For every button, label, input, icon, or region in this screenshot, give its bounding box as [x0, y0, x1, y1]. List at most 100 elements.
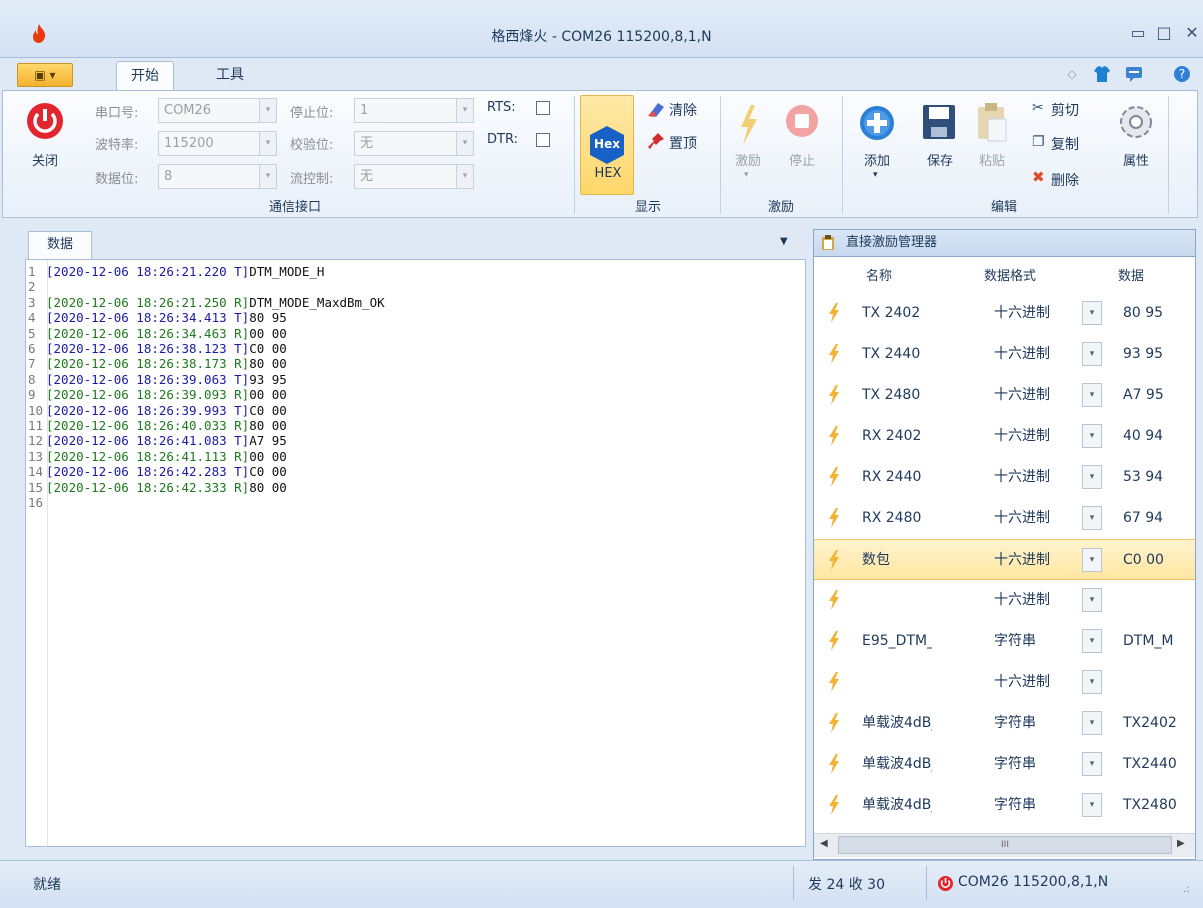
scroll-right-icon[interactable]: ▶: [1177, 838, 1185, 849]
chevron-down-icon[interactable]: ▾: [456, 98, 474, 123]
close-window-button[interactable]: ✕: [1178, 20, 1203, 46]
chevron-down-icon[interactable]: ▾: [1082, 342, 1102, 366]
stimulus-format[interactable]: 字符串: [994, 785, 1074, 826]
lightning-icon[interactable]: [828, 590, 840, 610]
help-icon[interactable]: ?: [1172, 64, 1192, 84]
delete-button[interactable]: 删除: [1051, 170, 1079, 190]
tab-tools[interactable]: 工具: [202, 61, 258, 90]
chevron-down-icon[interactable]: ▾: [1082, 424, 1102, 448]
chat-icon[interactable]: [1124, 64, 1144, 84]
stimulus-row[interactable]: 十六进制 ▾: [814, 662, 1195, 703]
chevron-down-icon[interactable]: ▾: [259, 131, 277, 156]
stimulus-row[interactable]: RX 2402 十六进制 ▾ 40 94: [814, 416, 1195, 457]
data-tab[interactable]: 数据: [28, 231, 92, 259]
rts-checkbox[interactable]: [536, 101, 550, 115]
app-menu-button[interactable]: ▣ ▾: [17, 63, 73, 87]
baud-combo[interactable]: 115200: [158, 131, 260, 156]
chevron-down-icon[interactable]: ▾: [1082, 506, 1102, 530]
lightning-icon[interactable]: [828, 672, 840, 692]
maximize-button[interactable]: □: [1150, 20, 1178, 46]
add-button[interactable]: 添加: [855, 150, 899, 169]
stimulus-format[interactable]: 字符串: [994, 744, 1074, 785]
lightning-icon[interactable]: [828, 631, 840, 651]
chevron-down-icon[interactable]: ▾: [873, 170, 878, 180]
stimulus-row[interactable]: E95_DTM_4 字符串 ▾ DTM_M: [814, 621, 1195, 662]
column-data-header[interactable]: 数据: [1118, 259, 1144, 295]
lightning-icon[interactable]: [828, 344, 840, 364]
databits-combo[interactable]: 8: [158, 164, 260, 189]
lightning-icon[interactable]: [828, 754, 840, 774]
close-port-button[interactable]: 关闭: [22, 150, 68, 169]
chevron-down-icon[interactable]: ▾: [1082, 670, 1102, 694]
stimulus-format[interactable]: 十六进制: [994, 416, 1074, 457]
stimulus-format[interactable]: 十六进制: [994, 498, 1074, 539]
lightning-icon[interactable]: [828, 385, 840, 405]
chevron-down-icon[interactable]: ▾: [1082, 548, 1102, 572]
lightning-icon[interactable]: [828, 713, 840, 733]
stimulus-row[interactable]: 单载波4dB_ 字符串 ▾ TX2440: [814, 744, 1195, 785]
pin-top-button[interactable]: 置顶: [669, 133, 697, 153]
port-combo[interactable]: COM26: [158, 98, 260, 123]
chevron-down-icon[interactable]: ▼: [780, 236, 788, 247]
stimulus-format[interactable]: 十六进制: [994, 375, 1074, 416]
tab-start[interactable]: 开始: [116, 61, 174, 90]
resize-grip-icon[interactable]: .:: [1183, 884, 1190, 895]
stimulus-format[interactable]: 十六进制: [994, 334, 1074, 375]
column-format-header[interactable]: 数据格式: [984, 259, 1036, 295]
stimulus-format[interactable]: 十六进制: [994, 540, 1074, 581]
stimulus-row[interactable]: TX 2480 十六进制 ▾ A7 95: [814, 375, 1195, 416]
chevron-down-icon[interactable]: ▾: [1082, 588, 1102, 612]
lightning-icon[interactable]: [828, 550, 840, 570]
stimulus-row[interactable]: 单载波4dB_ 字符串 ▾ TX2402: [814, 703, 1195, 744]
chevron-down-icon[interactable]: ▾: [259, 164, 277, 189]
chevron-down-icon[interactable]: ▾: [1082, 711, 1102, 735]
stimulus-format[interactable]: 十六进制: [994, 293, 1074, 334]
excite-button[interactable]: 激励: [728, 150, 768, 169]
stimulus-row[interactable]: TX 2402 十六进制 ▾ 80 95: [814, 293, 1195, 334]
properties-button[interactable]: 属性: [1114, 150, 1158, 169]
stimulus-row[interactable]: TX 2440 十六进制 ▾ 93 95: [814, 334, 1195, 375]
lightning-icon[interactable]: [828, 426, 840, 446]
stop-button[interactable]: 停止: [781, 150, 823, 169]
stimulus-row[interactable]: RX 2440 十六进制 ▾ 53 94: [814, 457, 1195, 498]
power-icon[interactable]: [24, 100, 66, 142]
stimulus-row[interactable]: RX 2480 十六进制 ▾ 67 94: [814, 498, 1195, 539]
lightning-icon[interactable]: [828, 795, 840, 815]
scroll-thumb[interactable]: III: [838, 836, 1172, 854]
stimulus-row[interactable]: 数包 十六进制 ▾ C0 00: [814, 539, 1195, 580]
shirt-icon[interactable]: [1092, 64, 1112, 84]
stopbits-combo[interactable]: 1: [354, 98, 457, 123]
lightning-icon[interactable]: [828, 303, 840, 323]
collapse-ribbon-icon[interactable]: ◇: [1062, 64, 1082, 84]
paste-button[interactable]: 粘贴: [970, 150, 1014, 169]
chevron-down-icon[interactable]: ▾: [259, 98, 277, 123]
chevron-down-icon[interactable]: ▾: [1082, 629, 1102, 653]
stimulus-format[interactable]: 十六进制: [994, 580, 1074, 621]
stimulus-format[interactable]: 十六进制: [994, 662, 1074, 703]
stimulus-row[interactable]: 单载波4dB_ 字符串 ▾ TX2480: [814, 785, 1195, 826]
chevron-down-icon[interactable]: ▾: [1082, 465, 1102, 489]
column-name-header[interactable]: 名称: [866, 259, 892, 295]
save-button[interactable]: 保存: [918, 150, 962, 169]
stimulus-format[interactable]: 字符串: [994, 621, 1074, 662]
chevron-down-icon[interactable]: ▾: [1082, 752, 1102, 776]
stimulus-format[interactable]: 十六进制: [994, 457, 1074, 498]
chevron-down-icon[interactable]: ▾: [1082, 793, 1102, 817]
minimize-button[interactable]: ▭: [1124, 20, 1152, 46]
clear-button[interactable]: 清除: [669, 100, 697, 120]
lightning-icon[interactable]: [828, 467, 840, 487]
chevron-down-icon[interactable]: ▾: [744, 170, 749, 180]
stimulus-row[interactable]: 十六进制 ▾: [814, 580, 1195, 621]
lightning-icon[interactable]: [828, 508, 840, 528]
scroll-left-icon[interactable]: ◀: [820, 838, 828, 849]
stimulus-format[interactable]: 字符串: [994, 703, 1074, 744]
chevron-down-icon[interactable]: ▾: [456, 164, 474, 189]
dtr-checkbox[interactable]: [536, 133, 550, 147]
flow-combo[interactable]: 无: [354, 164, 457, 189]
chevron-down-icon[interactable]: ▾: [456, 131, 474, 156]
chevron-down-icon[interactable]: ▾: [1082, 383, 1102, 407]
copy-button[interactable]: 复制: [1051, 134, 1079, 154]
cut-button[interactable]: 剪切: [1051, 100, 1079, 120]
parity-combo[interactable]: 无: [354, 131, 457, 156]
chevron-down-icon[interactable]: ▾: [1082, 301, 1102, 325]
